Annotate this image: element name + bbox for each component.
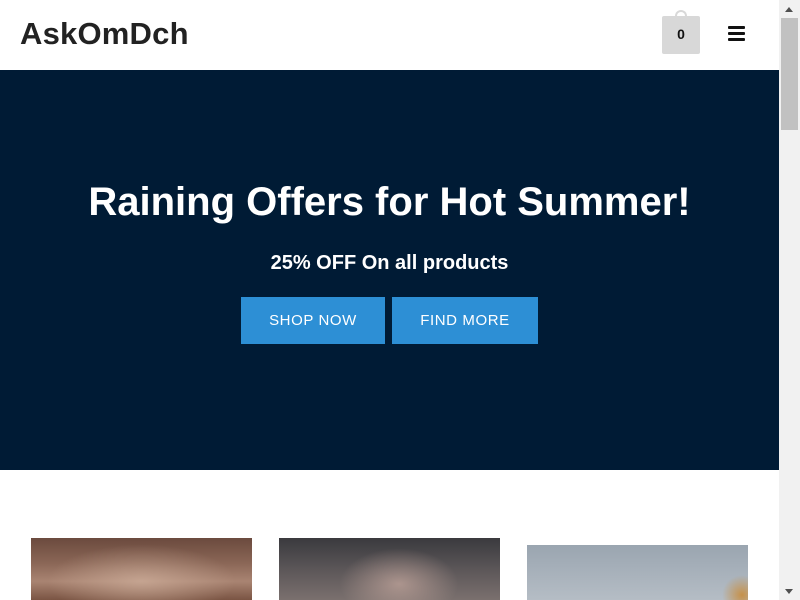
cart-button[interactable]: 0	[662, 10, 700, 54]
product-image-man[interactable]	[279, 538, 500, 600]
site-header: AskOmDch 0	[0, 0, 779, 70]
hero-banner: Raining Offers for Hot Summer! 25% OFF O…	[0, 70, 779, 470]
vertical-scrollbar[interactable]	[779, 0, 800, 600]
hero-subtitle: 25% OFF On all products	[270, 252, 509, 274]
product-image-woman[interactable]	[31, 538, 252, 600]
product-image-model[interactable]	[527, 545, 748, 600]
hero-title: Raining Offers for Hot Summer!	[88, 180, 691, 224]
shopping-bag-icon	[675, 10, 687, 20]
scroll-up-arrow-icon[interactable]	[779, 0, 800, 17]
scrollbar-thumb[interactable]	[781, 18, 798, 130]
page: AskOmDch 0 Raining Offers for Hot Summer…	[0, 0, 779, 600]
shop-now-button[interactable]: SHOP NOW	[241, 297, 385, 344]
find-more-button[interactable]: FIND MORE	[392, 297, 538, 344]
hamburger-menu-icon[interactable]	[728, 26, 750, 44]
scroll-down-arrow-icon[interactable]	[779, 583, 800, 600]
site-logo[interactable]: AskOmDch	[20, 16, 189, 52]
cart-count: 0	[677, 26, 685, 42]
